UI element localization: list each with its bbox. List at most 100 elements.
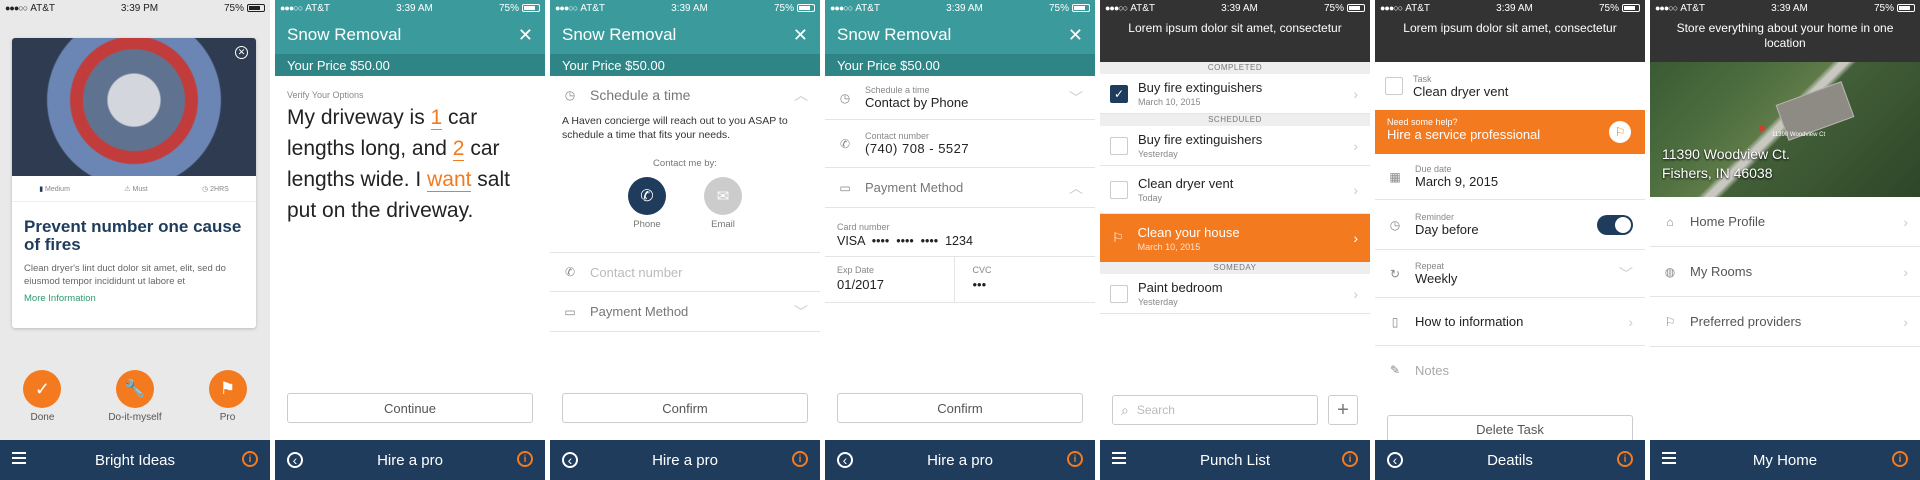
nav-title: My Home (1752, 451, 1818, 469)
notes-row[interactable]: ✎ Notes (1375, 346, 1645, 394)
screen-payment: ●●●○○ AT&T 3:39 AM 75% Snow Removal ✕ Your… (825, 0, 1095, 480)
checkbox[interactable] (1110, 136, 1128, 155)
info-icon[interactable]: i (1067, 451, 1083, 467)
price-bar: Your Price $50.00 (275, 54, 545, 76)
list-item[interactable]: Clean dryer vent Today › (1100, 166, 1370, 214)
back-icon[interactable]: ‹ (837, 452, 853, 468)
flag-icon: ⚐ (1664, 314, 1676, 329)
continue-button[interactable]: Continue (287, 393, 533, 423)
screen-my-home: ●●●○○ AT&T 3:39 AM 75% Store everything a… (1650, 0, 1920, 480)
payment-method-row[interactable]: ▭ Payment Method ﹀ (550, 292, 820, 332)
back-icon[interactable]: ‹ (562, 452, 578, 468)
schedule-section-header[interactable]: ◷ Schedule a time ︿ (550, 76, 820, 114)
length-selector[interactable]: 1 (430, 106, 443, 130)
dryer-photo (12, 38, 256, 176)
chevron-down-icon: ﹀ (794, 303, 808, 320)
screen-details: ●●●○○ AT&T 3:39 AM 75% Lorem ipsum dolor … (1375, 0, 1645, 480)
nav-title: Hire a pro (377, 451, 443, 469)
close-icon[interactable]: ✕ (235, 46, 248, 59)
width-selector[interactable]: 2 (452, 137, 465, 161)
how-to-row[interactable]: ▯ How to information › (1375, 298, 1645, 346)
delete-task-button[interactable]: Delete Task (1387, 415, 1633, 443)
chevron-right-icon: › (1628, 313, 1633, 330)
check-circle-icon: ✓ (34, 378, 50, 399)
status-bar: ●●●○○ AT&T 3:39 PM 75% (0, 0, 270, 16)
nav-title: Deatils (1487, 451, 1533, 469)
section-completed: COMPLETED (1100, 62, 1370, 74)
cvc-field[interactable]: CVC ••• (955, 257, 1096, 302)
list-item[interactable]: Buy fire extinguishers Yesterday › (1100, 126, 1370, 166)
list-item[interactable]: Paint bedroom Yesterday › (1100, 274, 1370, 314)
contact-number-row[interactable]: ✆ Contact number (740) 708 - 5527 (825, 120, 1095, 168)
header-message: Lorem ipsum dolor sit amet, consectetur (1375, 16, 1645, 62)
card-number-field[interactable]: Card number VISA •••• •••• •••• 1234 (825, 208, 1095, 257)
bottom-nav: ‹ Hire a pro i (275, 440, 545, 480)
checkbox[interactable] (1110, 180, 1128, 199)
repeat-icon: ↻ (1389, 266, 1401, 281)
email-option[interactable]: ✉ Email (704, 177, 742, 230)
checkbox[interactable] (1110, 284, 1128, 303)
my-rooms-item[interactable]: ◍ My Rooms › (1650, 247, 1920, 297)
reminder-row: ◷ Reminder Day before (1375, 200, 1645, 250)
idea-card[interactable]: ✕ ▮ Medium ⚠ Must ◷ 2HRS Prevent number … (12, 38, 256, 328)
task-row[interactable]: Task Clean dryer vent (1375, 62, 1645, 110)
list-item[interactable]: ✓ Buy fire extinguishers March 10, 2015 › (1100, 74, 1370, 114)
repeat-row[interactable]: ↻ Repeat Weekly ﹀ (1375, 250, 1645, 298)
price-bar: Your Price $50.00 (825, 54, 1095, 76)
done-button[interactable]: ✓ Done (23, 370, 62, 423)
info-icon[interactable]: i (242, 451, 258, 467)
envelope-icon: ✉ (716, 188, 730, 205)
schedule-description: A Haven concierge will reach out to you … (562, 115, 788, 141)
info-icon[interactable]: i (792, 451, 808, 467)
back-icon[interactable]: ‹ (1387, 452, 1403, 468)
checkbox[interactable] (1385, 77, 1403, 95)
confirm-button[interactable]: Confirm (837, 393, 1083, 423)
close-icon[interactable]: ✕ (793, 25, 808, 46)
schedule-row[interactable]: ◷ Schedule a time Contact by Phone ﹀ (825, 76, 1095, 120)
bottom-nav: ‹ Hire a pro i (550, 440, 820, 480)
due-date-row[interactable]: ▦ Due date March 9, 2015 (1375, 154, 1645, 200)
phone-icon: ✆ (564, 265, 576, 279)
pencil-icon: ✎ (1389, 363, 1401, 377)
preferred-providers-item[interactable]: ⚐ Preferred providers › (1650, 297, 1920, 347)
header: Snow Removal ✕ (275, 16, 545, 54)
info-icon[interactable]: i (1342, 451, 1358, 467)
header: Snow Removal ✕ (550, 16, 820, 54)
clock-icon: ◷ (202, 185, 209, 193)
confirm-button[interactable]: Confirm (562, 393, 808, 423)
home-map[interactable]: ● 11390 Woodview Ct 11390 Woodview Ct. F… (1650, 62, 1920, 197)
chevron-right-icon: › (1903, 313, 1908, 330)
pro-button[interactable]: ⚑ Pro (208, 370, 247, 423)
salt-selector[interactable]: want (427, 168, 472, 192)
status-bar: ●●●○○ AT&T 3:39 AM 75% (550, 0, 820, 16)
do-it-myself-button[interactable]: 🔧 Do-it-myself (108, 370, 162, 423)
header-message: Store everything about your home in one … (1650, 16, 1920, 62)
add-button[interactable]: + (1328, 395, 1358, 425)
list-item-highlighted[interactable]: ⚐ Clean your house March 10, 2015 › (1100, 214, 1370, 262)
payment-method-header[interactable]: ▭ Payment Method ︿ (825, 168, 1095, 208)
menu-icon[interactable] (1112, 452, 1126, 464)
menu-icon[interactable] (12, 452, 26, 464)
screen-verify-options: ●●●○○ AT&T 3:39 AM 75% Snow Removal ✕ Your… (275, 0, 545, 480)
contact-number-field[interactable]: ✆ Contact number (550, 252, 820, 292)
reminder-toggle[interactable] (1597, 214, 1633, 235)
back-icon[interactable]: ‹ (287, 452, 303, 468)
close-icon[interactable]: ✕ (1068, 25, 1083, 46)
close-icon[interactable]: ✕ (518, 25, 533, 46)
flag-icon: ⚐ (1609, 121, 1631, 143)
info-icon[interactable]: i (1892, 451, 1908, 467)
bottom-nav: Bright Ideas i (0, 440, 270, 480)
info-icon[interactable]: i (517, 451, 533, 467)
phone-option[interactable]: ✆ Phone (628, 177, 666, 230)
more-information-link[interactable]: More Information (24, 293, 244, 304)
home-profile-item[interactable]: ⌂ Home Profile › (1650, 197, 1920, 247)
search-input[interactable]: ⌕ Search (1112, 395, 1318, 425)
chevron-down-icon: ﹀ (1069, 89, 1083, 106)
info-icon[interactable]: i (1617, 451, 1633, 467)
bar-chart-icon: ▮ (39, 185, 44, 193)
exp-date-field[interactable]: Exp Date 01/2017 (825, 257, 955, 302)
hire-pro-banner[interactable]: Need some help? Hire a service professio… (1375, 110, 1645, 154)
time-meta: ◷ 2HRS (202, 185, 229, 193)
menu-icon[interactable] (1662, 452, 1676, 464)
checkbox[interactable]: ✓ (1110, 84, 1128, 103)
